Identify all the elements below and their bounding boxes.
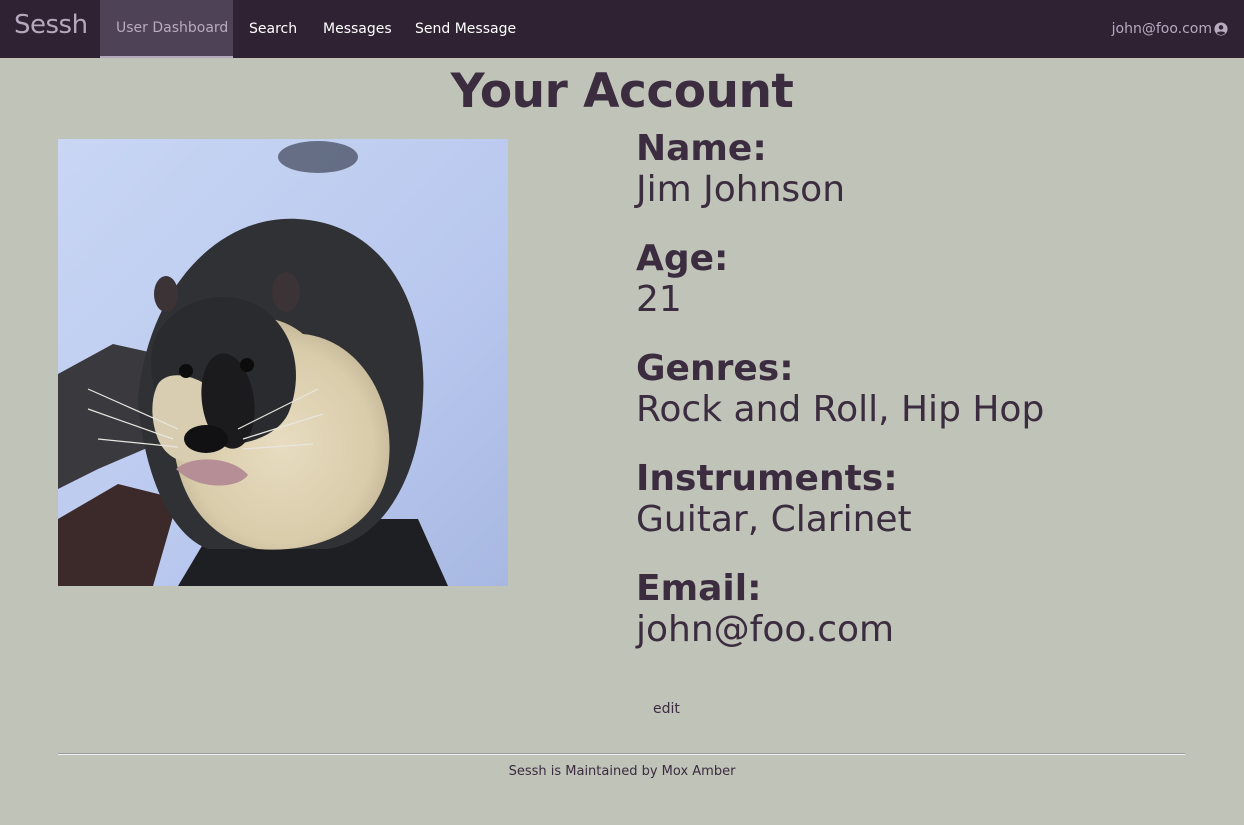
nav-messages[interactable]: Messages — [323, 0, 392, 58]
footer-divider — [58, 754, 1185, 755]
field-instruments: Instruments: Guitar, Clarinet — [636, 458, 1196, 540]
user-circle-icon — [1214, 22, 1228, 36]
field-label: Instruments: — [636, 458, 898, 499]
brand-logo[interactable]: Sessh — [14, 10, 88, 40]
field-label: Genres: — [636, 348, 794, 389]
field-value: Rock and Roll, Hip Hop — [636, 389, 1045, 430]
nav-search[interactable]: Search — [249, 0, 297, 58]
user-email: john@foo.com — [1111, 21, 1212, 37]
nav-send-message[interactable]: Send Message — [415, 0, 516, 58]
nav-user-dashboard[interactable]: User Dashboard — [100, 0, 233, 58]
profile-photo — [58, 139, 508, 586]
field-name: Name: Jim Johnson — [636, 128, 1196, 210]
field-email: Email: john@foo.com — [636, 568, 1196, 650]
page-title: Your Account — [450, 64, 794, 119]
field-value: Jim Johnson — [636, 169, 846, 210]
field-value: 21 — [636, 279, 682, 320]
field-label: Email: — [636, 568, 762, 609]
field-value: john@foo.com — [636, 609, 895, 650]
field-genres: Genres: Rock and Roll, Hip Hop — [636, 348, 1196, 430]
footer-text: Sessh is Maintained by Mox Amber — [508, 764, 736, 779]
field-value: Guitar, Clarinet — [636, 499, 912, 540]
top-navbar: Sessh User Dashboard Search Messages Sen… — [0, 0, 1244, 58]
nutria-photo — [58, 139, 508, 586]
field-label: Age: — [636, 238, 729, 279]
user-menu[interactable]: john@foo.com — [1112, 0, 1228, 58]
field-age: Age: 21 — [636, 238, 1196, 320]
edit-button[interactable]: edit — [653, 701, 680, 717]
profile-details: Name: Jim Johnson Age: 21 Genres: Rock a… — [636, 128, 1196, 650]
field-label: Name: — [636, 128, 767, 169]
